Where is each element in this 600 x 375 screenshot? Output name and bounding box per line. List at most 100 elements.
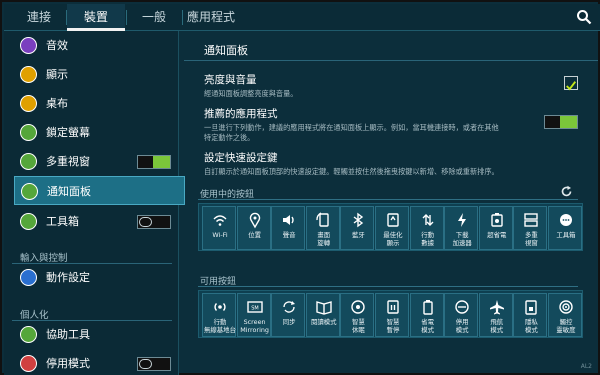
- quick-setting-label: 停用 模式: [445, 318, 479, 334]
- sidebar-item-label: 工具箱: [46, 215, 79, 228]
- quick-setting-label: 畫面 旋轉: [307, 231, 341, 247]
- available-buttons-grid: 行動 無線基地台 SM Screen Mirroring 同步 閱讀模式 智慧 休眠 智慧 暫停 省電…: [198, 290, 583, 338]
- quick-setting-label-line1: 位置: [248, 231, 261, 239]
- sidebar-item-wallpaper[interactable]: 桌布: [4, 89, 179, 118]
- tab-device[interactable]: 裝置: [67, 4, 125, 31]
- quick-setting-label-line2: 視窗: [525, 238, 538, 247]
- blocking-mode-icon: [20, 355, 37, 372]
- quick-setting-label-line2: 數據: [421, 238, 434, 247]
- tab-connections[interactable]: 連接: [14, 4, 64, 31]
- blocking-mode-toggle[interactable]: [137, 357, 171, 371]
- quick-setting-label: 多重 視窗: [514, 231, 548, 247]
- search-icon[interactable]: [576, 9, 592, 25]
- display-icon: [20, 66, 37, 83]
- wallpaper-icon: [20, 95, 37, 112]
- checkmark-icon: [566, 81, 577, 91]
- sidebar-item-accessibility[interactable]: 協助工具: [4, 320, 179, 349]
- quick-setting-button[interactable]: 飛航 模式: [478, 293, 513, 337]
- quick-setting-label-line1: Wi-Fi: [212, 231, 228, 239]
- sidebar-item-label: 桌布: [46, 97, 68, 110]
- quick-setting-label: 位置: [238, 231, 272, 240]
- quick-setting-label-line1: 聲音: [282, 231, 296, 239]
- quick-setting-button[interactable]: 閱讀模式: [305, 293, 340, 337]
- quick-setting-button[interactable]: 智慧 暫停: [375, 293, 409, 337]
- sidebar: 音效 顯示 桌布 鎖定螢幕 多重視窗 通知面板 工具箱 輸入與控制 動作設定 個…: [4, 31, 185, 375]
- display-opt-icon: [387, 213, 399, 227]
- quick-setting-button[interactable]: 行動 數據: [409, 206, 444, 250]
- quick-setting-button[interactable]: 觸控 靈敏度: [548, 293, 582, 337]
- toggle-off-indicator: [139, 217, 152, 227]
- quick-setting-label: 省電 模式: [411, 318, 445, 334]
- quick-setting-label-line1: 藍牙: [352, 231, 365, 239]
- setting-title: 設定快速設定鍵: [204, 152, 278, 164]
- section-header-personalization: 個人化: [20, 310, 49, 321]
- quick-setting-button[interactable]: 聲音: [271, 206, 306, 250]
- quick-setting-button[interactable]: SM Screen Mirroring: [236, 293, 271, 337]
- sidebar-item-label: 停用模式: [46, 357, 90, 370]
- setting-recommended-apps[interactable]: 推薦的應用程式 一旦進行下列動作，建議的應用程式將在通知面板上顯示。例如，當耳機…: [204, 106, 534, 143]
- sidebar-item-sound[interactable]: 音效: [4, 31, 179, 60]
- sidebar-item-blocking-mode[interactable]: 停用模式: [4, 349, 179, 375]
- setting-brightness-volume[interactable]: 亮度與音量 經通知面板調整亮度與音量。: [204, 72, 554, 99]
- quick-setting-button[interactable]: 工具箱: [548, 206, 582, 250]
- quick-setting-label-line2: 顯示: [386, 238, 400, 247]
- sidebar-item-lock-screen[interactable]: 鎖定螢幕: [4, 118, 179, 147]
- sidebar-item-label: 顯示: [46, 68, 68, 81]
- quick-setting-label: Wi-Fi: [203, 231, 237, 240]
- quick-setting-label: 同步: [272, 318, 306, 327]
- sidebar-item-notification-panel[interactable]: 通知面板: [14, 176, 185, 205]
- quick-setting-button[interactable]: 畫面 旋轉: [305, 206, 341, 250]
- sidebar-item-display[interactable]: 顯示: [4, 60, 179, 89]
- quick-setting-label-line2: 靈敏度: [556, 325, 576, 334]
- setting-quick-settings[interactable]: 設定快速設定鍵 自訂顯示於通知面板頂部的快速設定鍵。輕觸並按住然後拖曳按鍵以新增…: [204, 150, 584, 177]
- quick-setting-button[interactable]: 省電 模式: [409, 293, 445, 337]
- tab-applications[interactable]: 應用程式: [184, 4, 238, 31]
- sidebar-item-label: 動作設定: [46, 271, 90, 284]
- quick-setting-button[interactable]: 智慧 休眠: [340, 293, 375, 337]
- quick-setting-label-line2: 無線基地台: [204, 325, 236, 334]
- quick-setting-button[interactable]: Wi-Fi: [202, 206, 236, 250]
- tab-general[interactable]: 一般: [130, 4, 178, 31]
- quick-setting-label: 超省電: [480, 231, 514, 240]
- quick-setting-button[interactable]: 藍牙: [340, 206, 375, 250]
- sync-icon: [283, 301, 296, 313]
- quick-setting-button[interactable]: 下載 加速器: [444, 206, 479, 250]
- setting-description: 一旦進行下列動作，建議的應用程式將在通知面板上顯示。例如，當耳機連接時，或者在其…: [204, 123, 499, 132]
- section-header-input-control: 輸入與控制: [20, 253, 68, 264]
- setting-description: 自訂顯示於通知面板頂部的快速設定鍵。輕觸並按住然後拖曳按鍵以新增、移除或重新排序…: [204, 167, 499, 176]
- quick-setting-label-line2: Mirroring: [240, 325, 269, 334]
- quick-setting-button[interactable]: 隱私 模式: [513, 293, 548, 337]
- brightness-checkbox[interactable]: [564, 76, 578, 91]
- setting-title: 推薦的應用程式: [204, 108, 278, 120]
- smart-stay-icon: [351, 300, 366, 314]
- lock-screen-icon: [20, 124, 37, 141]
- quick-setting-label-line2: 模式: [421, 325, 434, 334]
- quick-setting-button[interactable]: 同步: [271, 293, 306, 337]
- quick-setting-label-line1: 閱讀模式: [311, 318, 337, 326]
- multi-window-toggle[interactable]: [137, 155, 171, 169]
- sidebar-item-motion[interactable]: 動作設定: [4, 263, 179, 292]
- quick-setting-button[interactable]: 多重 視窗: [513, 206, 548, 250]
- reset-icon[interactable]: [560, 185, 573, 198]
- quick-setting-button[interactable]: 最佳化 顯示: [375, 206, 409, 250]
- sidebar-item-multi-window[interactable]: 多重視窗: [4, 147, 179, 176]
- multi-window-icon: [20, 153, 37, 170]
- quick-setting-button[interactable]: 超省電: [478, 206, 514, 250]
- quick-setting-button[interactable]: 位置: [236, 206, 272, 250]
- sidebar-item-label: 多重視窗: [46, 155, 90, 168]
- quick-setting-label-line2: 加速器: [452, 238, 472, 247]
- toolbox-icon: [560, 214, 572, 226]
- quick-setting-button[interactable]: 停用 模式: [444, 293, 479, 337]
- tab-divider: [126, 10, 127, 25]
- sidebar-item-toolbox[interactable]: 工具箱: [4, 207, 179, 236]
- quick-setting-label: 觸控 靈敏度: [549, 318, 583, 334]
- quick-setting-button[interactable]: 行動 無線基地台: [202, 293, 236, 337]
- sound-icon: [283, 215, 294, 225]
- recommended-apps-toggle[interactable]: [544, 115, 578, 129]
- private-mode-icon: [525, 300, 538, 315]
- toggle-on-indicator: [560, 116, 577, 128]
- toolbox-toggle[interactable]: [137, 215, 171, 229]
- wifi-icon: [213, 215, 227, 226]
- quick-setting-label-line1: 工具箱: [556, 231, 576, 239]
- tab-bar: 連接 裝置 一般 應用程式: [4, 4, 600, 31]
